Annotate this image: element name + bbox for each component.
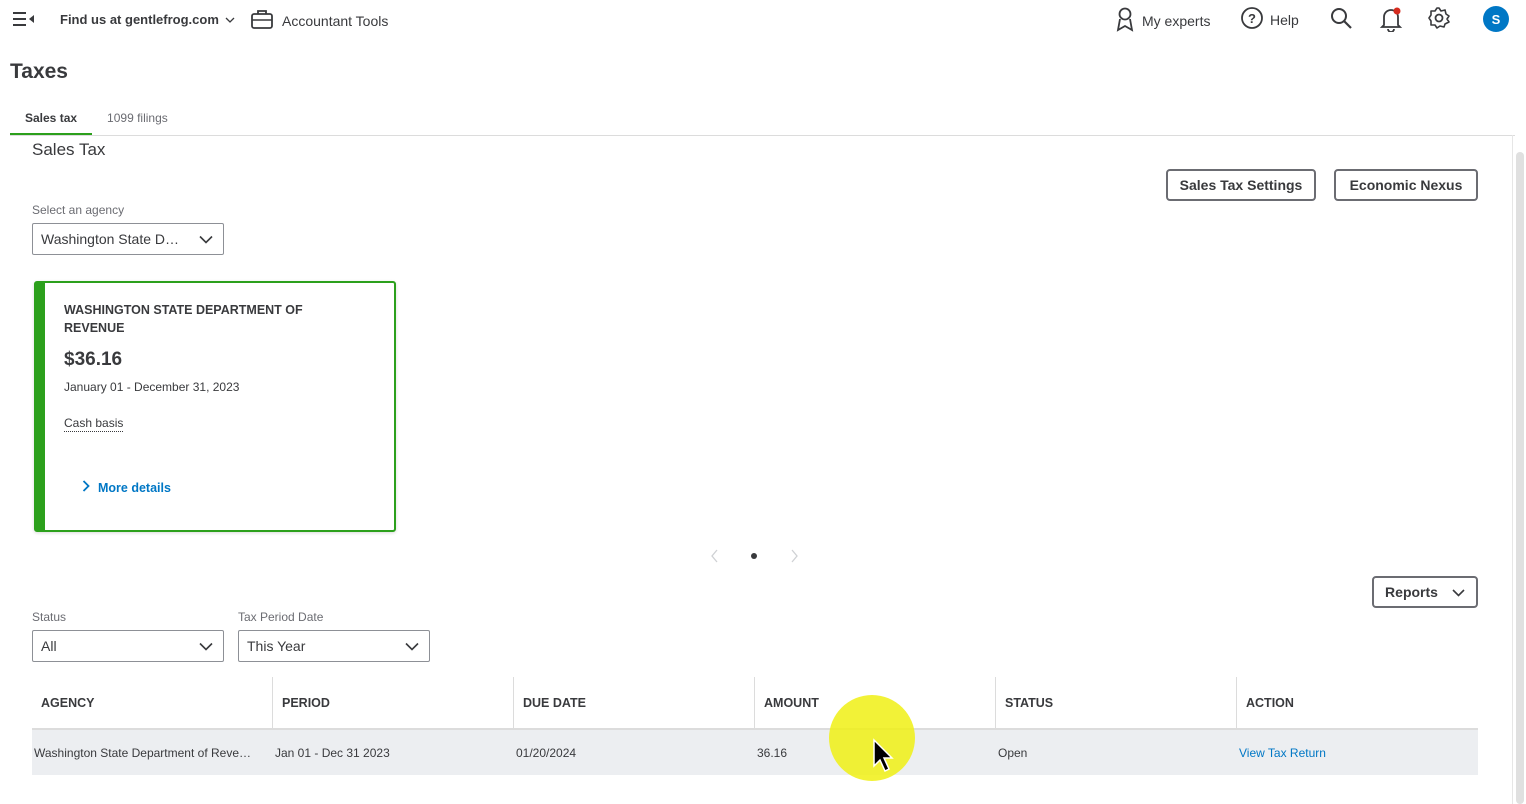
help-icon: ? — [1240, 6, 1264, 33]
column-header-action[interactable]: ACTION — [1237, 677, 1478, 728]
reports-label: Reports — [1385, 584, 1438, 600]
row-agency: Washington State Department of Reve… — [32, 730, 273, 775]
help-button[interactable]: ? Help — [1240, 6, 1299, 33]
section-title: Sales Tax — [32, 140, 106, 159]
agency-select-label: Select an agency — [32, 203, 125, 217]
tab-sales-tax[interactable]: Sales tax — [10, 108, 93, 136]
carousel-next-icon[interactable] — [791, 549, 798, 563]
my-experts-button[interactable]: My experts — [1114, 6, 1210, 35]
period-filter-select[interactable]: This Year — [238, 630, 430, 662]
mouse-pointer-icon — [872, 738, 896, 774]
reports-button[interactable]: Reports — [1372, 576, 1478, 608]
carousel-dot[interactable] — [751, 553, 757, 559]
chevron-right-icon — [82, 480, 90, 495]
chevron-down-icon — [189, 642, 223, 651]
search-icon — [1329, 6, 1353, 33]
settings-button[interactable] — [1427, 6, 1451, 33]
chevron-down-icon — [225, 12, 235, 27]
agency-card: WASHINGTON STATE DEPARTMENT OF REVENUE $… — [34, 281, 396, 532]
chevron-down-icon — [1452, 584, 1465, 600]
tab-divider — [10, 135, 1515, 136]
top-bar: Find us at gentlefrog.com Accountant Too… — [0, 0, 1526, 40]
panel-border — [1512, 135, 1513, 804]
agency-select[interactable]: Washington State D… — [32, 223, 224, 255]
briefcase-icon — [250, 8, 274, 33]
page-title: Taxes — [10, 60, 68, 83]
row-agency-text: Washington State Department of Reve… — [34, 745, 251, 760]
column-header-due-date[interactable]: DUE DATE — [514, 677, 755, 728]
more-details-link[interactable]: More details — [82, 480, 171, 495]
period-filter-value: This Year — [247, 638, 306, 654]
row-status: Open — [998, 745, 1028, 760]
menu-toggle-icon[interactable] — [12, 10, 36, 28]
chevron-down-icon — [189, 235, 223, 244]
help-label: Help — [1270, 11, 1299, 28]
experts-icon — [1114, 6, 1136, 35]
svg-text:?: ? — [1248, 11, 1256, 26]
period-filter-label: Tax Period Date — [238, 610, 324, 624]
vertical-scrollbar[interactable] — [1516, 152, 1524, 804]
column-header-agency[interactable]: AGENCY — [32, 677, 273, 728]
carousel-prev-icon[interactable] — [711, 549, 718, 563]
more-details-label: More details — [98, 480, 171, 495]
search-button[interactable] — [1329, 6, 1353, 33]
company-menu[interactable]: Find us at gentlefrog.com — [60, 12, 235, 27]
card-agency-name: WASHINGTON STATE DEPARTMENT OF REVENUE — [64, 303, 303, 335]
status-filter-value: All — [41, 638, 57, 654]
agency-select-value: Washington State D… — [41, 231, 179, 247]
column-header-period[interactable]: PERIOD — [273, 677, 514, 728]
card-period: January 01 - December 31, 2023 — [64, 380, 240, 394]
tab-bar: Sales tax 1099 filings — [10, 108, 183, 136]
chevron-down-icon — [395, 642, 429, 651]
table-header: AGENCY PERIOD DUE DATE AMOUNT STATUS ACT… — [32, 677, 1478, 730]
accountant-tools-button[interactable]: Accountant Tools — [250, 8, 388, 33]
view-tax-return-link[interactable]: View Tax Return — [1237, 730, 1478, 775]
tab-1099-filings[interactable]: 1099 filings — [92, 108, 183, 136]
card-amount: $36.16 — [64, 349, 123, 370]
company-label: Find us at gentlefrog.com — [60, 12, 219, 27]
my-experts-label: My experts — [1142, 12, 1211, 29]
status-filter-select[interactable]: All — [32, 630, 224, 662]
economic-nexus-button[interactable]: Economic Nexus — [1334, 169, 1478, 201]
notifications-button[interactable] — [1379, 6, 1403, 35]
sales-tax-settings-button[interactable]: Sales Tax Settings — [1166, 169, 1316, 201]
tax-returns-table: AGENCY PERIOD DUE DATE AMOUNT STATUS ACT… — [32, 677, 1478, 775]
table-row[interactable]: Washington State Department of Reve… Jan… — [32, 730, 1478, 775]
card-basis[interactable]: Cash basis — [64, 416, 124, 432]
avatar[interactable]: S — [1483, 6, 1509, 32]
row-due-date: 01/20/2024 — [516, 745, 577, 760]
status-filter-label: Status — [32, 610, 67, 624]
carousel-pager — [705, 546, 805, 566]
accountant-tools-label: Accountant Tools — [282, 12, 389, 29]
column-header-status[interactable]: STATUS — [996, 677, 1237, 728]
row-period: Jan 01 - Dec 31 2023 — [275, 745, 390, 760]
bell-icon — [1379, 6, 1403, 35]
gear-icon — [1427, 6, 1451, 33]
